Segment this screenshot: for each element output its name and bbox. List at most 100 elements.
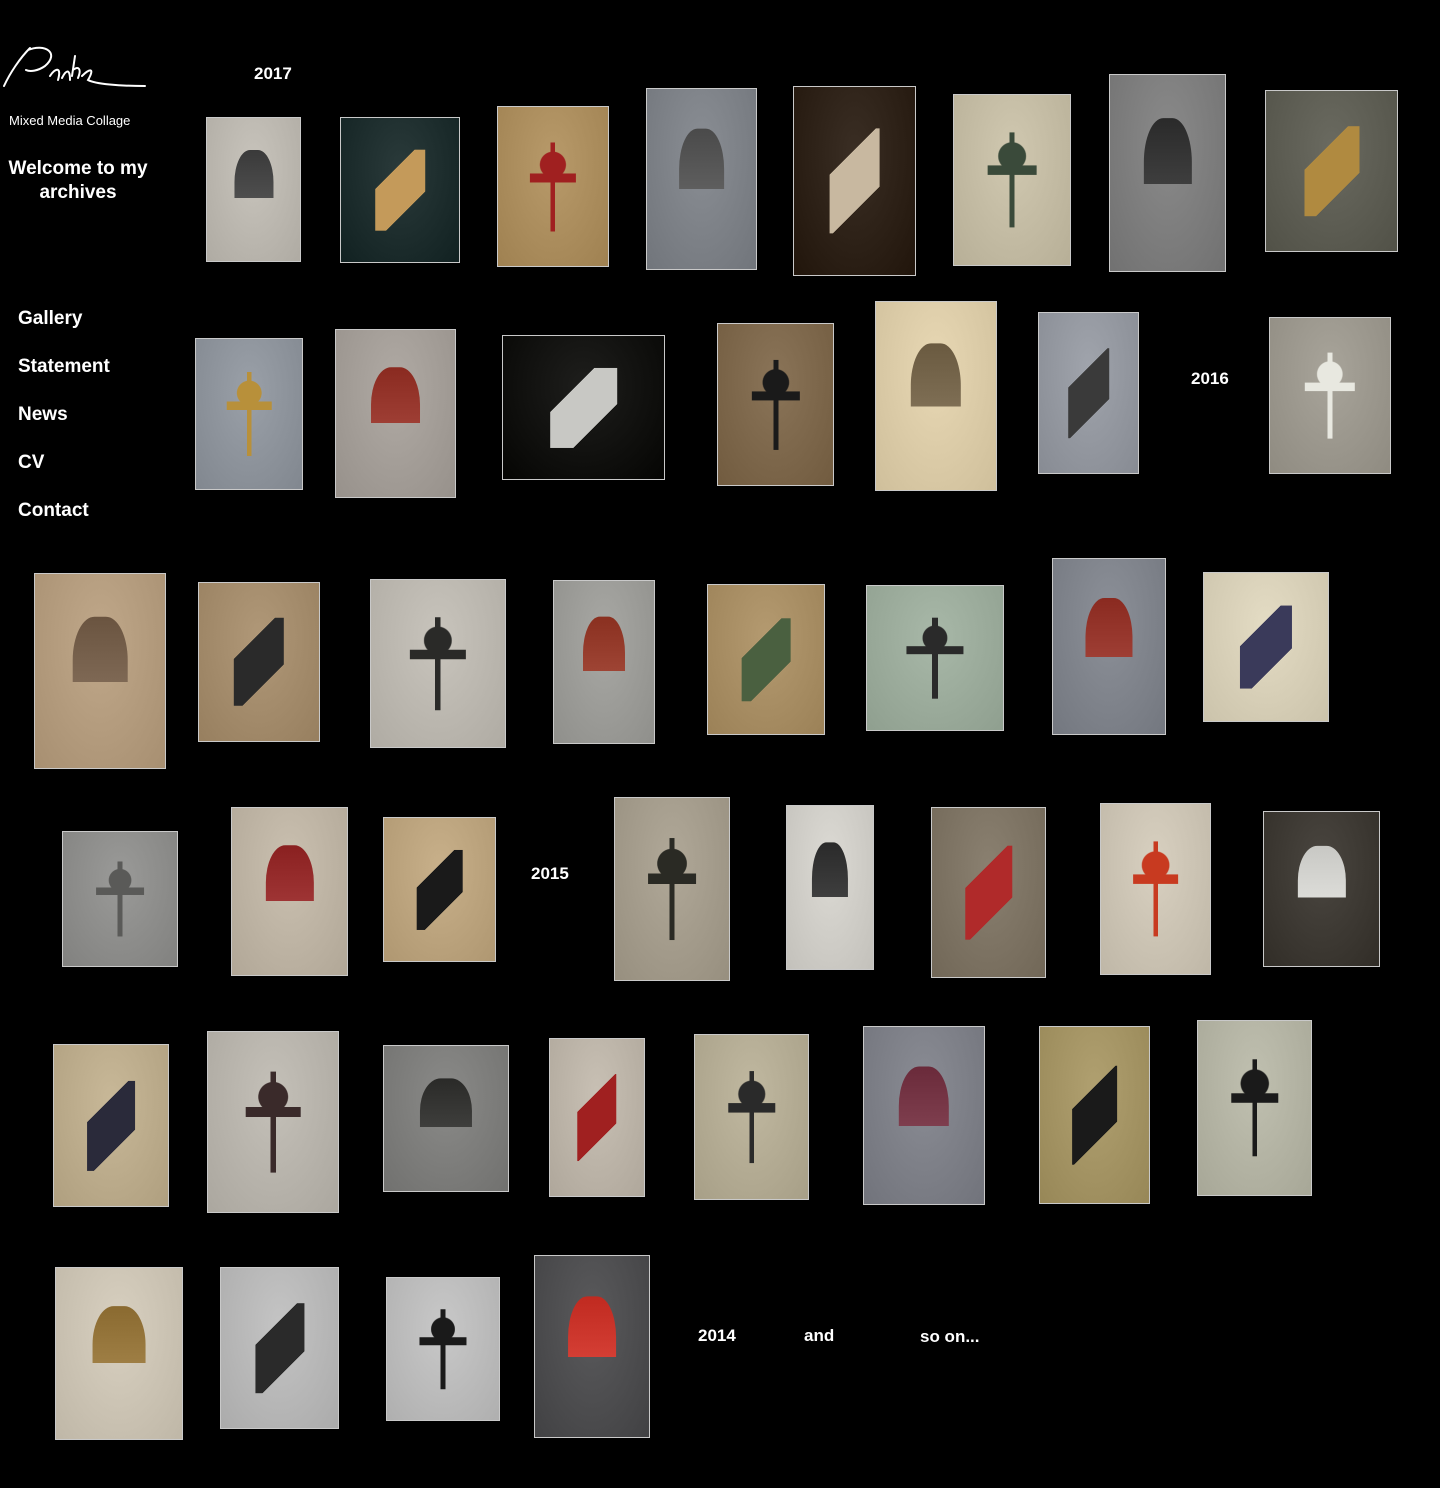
- artwork-figure: [1143, 118, 1192, 228]
- artwork-figure: [1297, 845, 1346, 933]
- nav-statement[interactable]: Statement: [18, 354, 110, 402]
- artwork-thumbnail[interactable]: [786, 805, 874, 970]
- artwork-thumbnail[interactable]: [694, 1034, 809, 1200]
- artwork-thumbnail[interactable]: [383, 1045, 509, 1192]
- site-logo[interactable]: Mixed Media Collage: [0, 38, 150, 128]
- artwork-thumbnail[interactable]: [198, 582, 320, 742]
- artwork-figure: [87, 1080, 135, 1171]
- artwork-figure: [1239, 605, 1293, 689]
- artwork-figure: [409, 616, 467, 711]
- nav-contact[interactable]: Contact: [18, 498, 110, 546]
- artwork-figure: [1303, 126, 1360, 216]
- artwork-figure: [1132, 841, 1179, 937]
- artwork-figure: [964, 845, 1013, 940]
- main-nav: Gallery Statement News CV Contact: [18, 306, 110, 546]
- artwork-figure: [648, 838, 696, 940]
- artwork-figure: [987, 132, 1037, 228]
- artwork-figure: [416, 849, 463, 930]
- artwork-thumbnail[interactable]: [717, 323, 834, 486]
- artwork-thumbnail[interactable]: [1052, 558, 1166, 735]
- artwork-thumbnail[interactable]: [1039, 1026, 1150, 1204]
- artwork-thumbnail[interactable]: [707, 584, 825, 735]
- artwork-thumbnail[interactable]: [383, 817, 496, 962]
- artwork-figure: [419, 1309, 467, 1389]
- artwork-figure: [96, 861, 144, 937]
- artwork-figure: [1067, 348, 1110, 438]
- site-subtitle: Mixed Media Collage: [9, 113, 131, 128]
- artwork-thumbnail[interactable]: [34, 573, 166, 769]
- year-label-2014: 2014: [698, 1326, 736, 1345]
- artwork-thumbnail[interactable]: [53, 1044, 169, 1207]
- artwork-thumbnail[interactable]: [1203, 572, 1329, 722]
- year-label-2017: 2017: [254, 64, 292, 83]
- artwork-thumbnail[interactable]: [863, 1026, 985, 1205]
- artwork-thumbnail[interactable]: [195, 338, 303, 490]
- artwork-figure: [92, 1305, 146, 1402]
- artwork-figure: [245, 1071, 301, 1173]
- artwork-thumbnail[interactable]: [1269, 317, 1391, 474]
- artwork-thumbnail[interactable]: [62, 831, 178, 967]
- artwork-figure: [375, 149, 425, 231]
- artwork-figure: [1071, 1065, 1118, 1165]
- artwork-thumbnail[interactable]: [1197, 1020, 1312, 1196]
- artwork-thumbnail[interactable]: [340, 117, 460, 263]
- artwork-thumbnail[interactable]: [386, 1277, 500, 1421]
- artwork-figure: [370, 366, 421, 461]
- artwork-thumbnail[interactable]: [206, 117, 301, 262]
- artwork-thumbnail[interactable]: [1263, 811, 1380, 967]
- artwork-figure: [829, 128, 880, 234]
- year-label-2015: 2015: [531, 864, 569, 883]
- artwork-thumbnail[interactable]: [1100, 803, 1211, 975]
- artwork-thumbnail[interactable]: [1265, 90, 1398, 252]
- artwork-figure: [1230, 1059, 1279, 1157]
- artwork-figure: [549, 367, 618, 448]
- artwork-figure: [910, 343, 962, 449]
- artwork-thumbnail[interactable]: [497, 106, 609, 267]
- artwork-figure: [233, 617, 285, 707]
- artwork-thumbnail[interactable]: [553, 580, 655, 744]
- artwork-figure: [233, 149, 274, 230]
- artwork-thumbnail[interactable]: [793, 86, 916, 276]
- artwork-thumbnail[interactable]: [614, 797, 730, 981]
- so-on-label: so on...: [920, 1327, 980, 1346]
- artwork-figure: [568, 1295, 616, 1398]
- artwork-thumbnail[interactable]: [231, 807, 348, 976]
- artwork-figure: [898, 1065, 950, 1166]
- artwork-figure: [741, 617, 791, 702]
- artwork-thumbnail[interactable]: [534, 1255, 650, 1438]
- artwork-figure: [265, 844, 314, 939]
- artwork-thumbnail[interactable]: [646, 88, 757, 270]
- artwork-thumbnail[interactable]: [549, 1038, 645, 1197]
- artwork-thumbnail[interactable]: [220, 1267, 339, 1429]
- artwork-figure: [1085, 597, 1133, 696]
- artwork-figure: [529, 141, 577, 232]
- artwork-figure: [583, 616, 625, 708]
- artwork-thumbnail[interactable]: [335, 329, 456, 498]
- welcome-text: Welcome to my archives: [8, 158, 148, 203]
- artwork-figure: [678, 128, 725, 230]
- year-label-2016: 2016: [1191, 369, 1229, 388]
- artwork-thumbnail[interactable]: [502, 335, 665, 480]
- artwork-thumbnail[interactable]: [866, 585, 1004, 731]
- artwork-figure: [419, 1077, 473, 1160]
- artwork-thumbnail[interactable]: [1109, 74, 1226, 272]
- artwork-figure: [811, 841, 849, 934]
- signature-logo-icon: [3, 46, 146, 87]
- artwork-figure: [226, 372, 272, 456]
- artwork-thumbnail[interactable]: [370, 579, 506, 748]
- artwork-figure: [1304, 352, 1356, 439]
- artwork-thumbnail[interactable]: [953, 94, 1071, 266]
- artwork-thumbnail[interactable]: [875, 301, 997, 491]
- nav-cv[interactable]: CV: [18, 450, 110, 498]
- artwork-figure: [577, 1073, 617, 1162]
- artwork-figure: [254, 1303, 305, 1393]
- artwork-figure: [906, 617, 964, 699]
- artwork-thumbnail[interactable]: [55, 1267, 183, 1440]
- nav-gallery[interactable]: Gallery: [18, 306, 110, 354]
- artwork-figure: [751, 359, 800, 450]
- artwork-thumbnail[interactable]: [207, 1031, 339, 1213]
- nav-news[interactable]: News: [18, 402, 110, 450]
- artwork-thumbnail[interactable]: [931, 807, 1046, 978]
- artwork-thumbnail[interactable]: [1038, 312, 1139, 474]
- and-label: and: [804, 1326, 835, 1345]
